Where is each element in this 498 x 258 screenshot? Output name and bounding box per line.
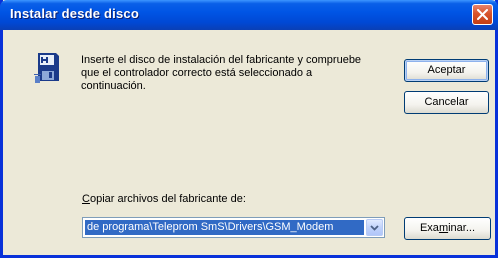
close-icon — [477, 9, 488, 20]
copy-label-mnemonic: C — [82, 193, 90, 205]
message-line-2: que el controlador correcto está selecci… — [81, 67, 313, 79]
copy-label-text: opiar archivos del fabricante de: — [89, 193, 246, 205]
browse-label-pre: Exa — [419, 222, 439, 234]
accept-button[interactable]: Aceptar — [404, 59, 489, 82]
message-line-3: continuación. — [81, 80, 146, 92]
install-disk-icon — [34, 53, 59, 83]
instruction-message: Inserte el disco de instalación del fabr… — [81, 54, 391, 93]
browse-label-mnemonic: m — [438, 222, 449, 234]
message-line-1: Inserte el disco de instalación del fabr… — [81, 54, 362, 66]
browse-button[interactable]: Examinar... — [404, 217, 491, 240]
window-title: Instalar desde disco — [10, 6, 139, 21]
browse-label-post: inar... — [448, 222, 476, 234]
copy-files-label: Copiar archivos del fabricante de: — [82, 193, 246, 205]
source-path-value[interactable]: de programa\Teleprom SmS\Drivers\GSM_Mod… — [85, 220, 364, 235]
title-bar[interactable]: Instalar desde disco — [0, 0, 498, 30]
install-from-disk-dialog: Instalar desde disco Inserte el disco de… — [0, 0, 498, 258]
chevron-down-icon — [370, 225, 379, 231]
source-path-combobox[interactable]: de programa\Teleprom SmS\Drivers\GSM_Mod… — [82, 217, 385, 238]
dropdown-button[interactable] — [366, 219, 383, 236]
dialog-content: Inserte el disco de instalación del fabr… — [3, 30, 495, 255]
cancel-button[interactable]: Cancelar — [404, 91, 489, 114]
close-button[interactable] — [472, 4, 493, 25]
